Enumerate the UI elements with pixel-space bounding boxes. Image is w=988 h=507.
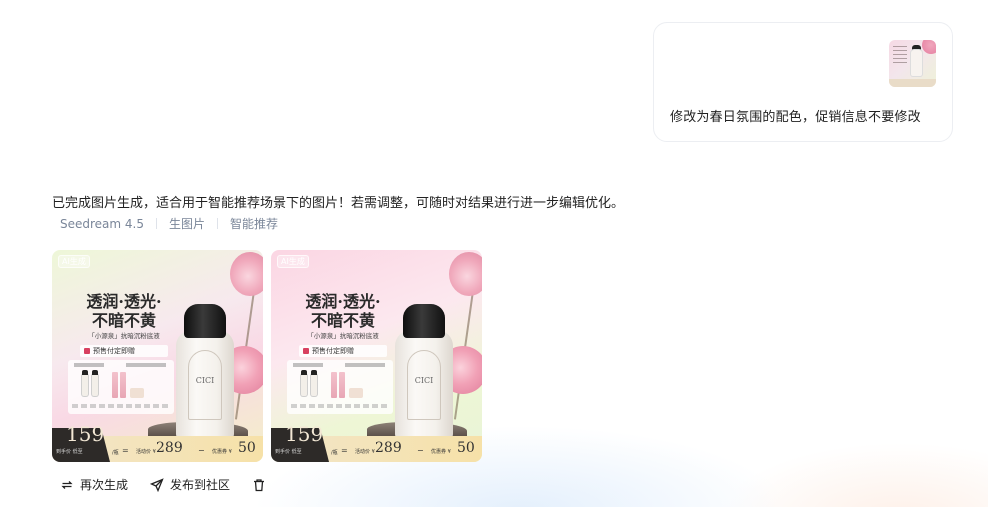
- gift-note: [291, 404, 389, 408]
- poster-headline: 透润·透光· 不暗不黄: [293, 292, 393, 330]
- meta-divider: [156, 218, 157, 229]
- generated-image-2[interactable]: AI生成 透润·透光· 不暗不黄 「小源泉」抗暗沉粉底液 预售付定即赠 CICI…: [271, 250, 482, 462]
- presale-text: 预售付定即赠: [312, 347, 354, 355]
- publish-label: 发布到社区: [170, 478, 231, 492]
- gift-tube: [120, 372, 126, 398]
- coupon-value: 50: [457, 440, 475, 456]
- bottle-label-arch: [188, 350, 222, 420]
- ai-generated-tag: AI生成: [58, 255, 90, 268]
- gift-bottle: [92, 370, 98, 396]
- delete-button[interactable]: [252, 478, 272, 492]
- bottle-logo: CICI: [414, 376, 434, 385]
- headline-line-2: 不暗不黄: [91, 311, 156, 330]
- image-actions: 再次生成 发布到社区: [60, 476, 294, 493]
- price-unit: /瓶: [331, 450, 338, 456]
- meta-divider: [217, 218, 219, 229]
- price-final: 159: [285, 422, 324, 446]
- activity-price-label: 活动价 ¥: [136, 449, 156, 455]
- gift-bottle: [301, 370, 307, 396]
- price-final-label: 到手价 低至: [56, 449, 83, 455]
- price-unit: /瓶: [112, 450, 119, 456]
- user-message-text: 修改为春日氛围的配色，促销信息不要修改: [670, 110, 921, 125]
- response-meta: Seedream 4.5 生图片 智能推荐: [60, 215, 278, 232]
- gift-products-box: [287, 360, 393, 414]
- headline-line-1: 透润·透光·: [86, 292, 162, 311]
- gift-heading: [126, 363, 166, 367]
- ai-generated-tag: AI生成: [277, 255, 309, 268]
- poster-subline: 「小源泉」抗暗沉粉底液: [88, 332, 160, 340]
- price-final: 159: [66, 422, 105, 446]
- attached-image-thumbnail[interactable]: [889, 40, 936, 87]
- coupon-label: 优惠券 ¥: [431, 449, 451, 455]
- thumbnail-bottle: [911, 50, 922, 76]
- regenerate-button[interactable]: 再次生成: [60, 476, 128, 493]
- gift-tube: [339, 372, 345, 398]
- user-message-bubble: 修改为春日氛围的配色，促销信息不要修改: [653, 22, 953, 142]
- gift-heading: [74, 363, 104, 367]
- regenerate-label: 再次生成: [80, 478, 129, 492]
- gift-jar: [130, 388, 144, 398]
- headline-line-1: 透润·透光·: [305, 292, 381, 311]
- gift-jar: [349, 388, 363, 398]
- coupon-value: 50: [238, 440, 256, 456]
- thumbnail-text-block: [893, 46, 907, 64]
- bottle-cap: [184, 304, 226, 338]
- price-final-label: 到手价 低至: [275, 449, 302, 455]
- thumbnail-price-bar: [889, 79, 936, 87]
- price-equals: =: [122, 446, 129, 455]
- rose-top: [449, 252, 482, 296]
- trash-icon: [254, 478, 265, 491]
- price-equals: =: [341, 446, 348, 455]
- price-minus: −: [417, 446, 424, 455]
- gift-heading: [345, 363, 385, 367]
- send-icon: [150, 477, 164, 492]
- presale-banner: 预售付定即赠: [80, 345, 168, 357]
- meta-scene[interactable]: 智能推荐: [230, 215, 278, 232]
- bottle-label-arch: [407, 350, 441, 420]
- rose-top: [230, 252, 263, 296]
- activity-price-value: 289: [156, 440, 183, 456]
- gift-heading: [293, 363, 323, 367]
- headline-line-2: 不暗不黄: [310, 311, 375, 330]
- product-bottle: CICI: [395, 330, 453, 440]
- activity-price-label: 活动价 ¥: [355, 449, 375, 455]
- gift-bottle: [311, 370, 317, 396]
- activity-price-value: 289: [375, 440, 402, 456]
- gift-bottle: [82, 370, 88, 396]
- publish-button[interactable]: 发布到社区: [150, 476, 230, 493]
- bottle-cap: [403, 304, 445, 338]
- coupon-label: 优惠券 ¥: [212, 449, 232, 455]
- gift-icon: [303, 348, 309, 354]
- presale-banner: 预售付定即赠: [299, 345, 387, 357]
- gift-icon: [84, 348, 90, 354]
- assistant-response-text: 已完成图片生成，适合用于智能推荐场景下的图片！若需调整，可随时对结果进行进一步编…: [52, 196, 625, 211]
- meta-model[interactable]: Seedream 4.5: [60, 217, 144, 231]
- gift-tube: [331, 372, 337, 398]
- poster-subline: 「小源泉」抗暗沉粉底液: [307, 332, 379, 340]
- price-minus: −: [198, 446, 205, 455]
- poster-headline: 透润·透光· 不暗不黄: [74, 292, 174, 330]
- meta-type[interactable]: 生图片: [169, 215, 205, 232]
- bottle-logo: CICI: [195, 376, 215, 385]
- refresh-icon: [61, 480, 73, 489]
- gift-tube: [112, 372, 118, 398]
- thumbnail-rose: [922, 40, 936, 54]
- gift-note: [72, 404, 170, 408]
- gift-products-box: [68, 360, 174, 414]
- generated-image-1[interactable]: AI生成 透润·透光· 不暗不黄 「小源泉」抗暗沉粉底液 预售付定即赠 CICI…: [52, 250, 263, 462]
- product-bottle: CICI: [176, 330, 234, 440]
- presale-text: 预售付定即赠: [93, 347, 135, 355]
